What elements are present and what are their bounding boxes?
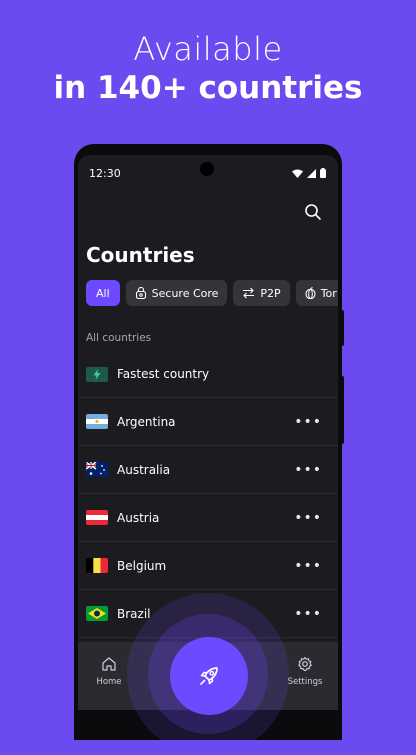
connect-button[interactable] (170, 637, 248, 715)
status-icons (292, 168, 326, 178)
filter-chip-label: All (96, 286, 110, 300)
filter-chip-tor[interactable]: Tor (295, 280, 338, 306)
more-options-icon[interactable]: ••• (294, 414, 322, 430)
austria-flag (86, 510, 108, 525)
argentina-flag (86, 414, 108, 429)
filter-chip-label: P2P (260, 286, 281, 300)
more-options-icon[interactable]: ••• (294, 558, 322, 574)
country-row-austria[interactable]: Austria ••• (78, 494, 338, 542)
p2p-arrows-icon (243, 287, 255, 299)
wifi-icon (292, 169, 303, 178)
status-time: 12:30 (89, 167, 121, 180)
camera-cutout (200, 162, 214, 176)
section-label: All countries (86, 332, 152, 344)
country-name: Belgium (117, 558, 167, 573)
more-options-icon[interactable]: ••• (294, 462, 322, 478)
australia-flag (86, 462, 108, 477)
filter-chip-p2p[interactable]: P2P (233, 280, 290, 306)
belgium-flag (86, 558, 108, 573)
country-name: Argentina (117, 414, 176, 429)
phone-side-button (340, 310, 344, 346)
gear-icon (298, 656, 312, 671)
filter-chips: All Secure Core P2P Tor (86, 280, 338, 306)
brazil-flag (86, 606, 108, 621)
more-options-icon[interactable]: ••• (294, 510, 322, 526)
nav-settings-label: Settings (287, 677, 323, 687)
filter-chip-label: Secure Core (151, 286, 219, 300)
country-row-argentina[interactable]: Argentina ••• (78, 398, 338, 446)
fastest-country-row[interactable]: Fastest country (78, 351, 338, 398)
battery-icon (320, 168, 326, 178)
fastest-country-label: Fastest country (117, 367, 210, 381)
tor-onion-icon (305, 287, 316, 299)
filter-chip-all[interactable]: All (86, 280, 120, 306)
country-row-australia[interactable]: Australia ••• (78, 446, 338, 494)
headline-line-2: in 140+ countries (53, 70, 363, 106)
bolt-icon (86, 366, 108, 382)
rocket-icon (200, 667, 218, 685)
filter-chip-label: Tor (320, 286, 337, 300)
country-name: Australia (117, 462, 171, 477)
home-icon (102, 657, 116, 671)
country-name: Austria (117, 510, 160, 525)
signal-icon (307, 168, 316, 178)
filter-chip-secure-core[interactable]: Secure Core (125, 280, 228, 306)
search-icon[interactable] (304, 203, 322, 221)
headline-line-1: Available (133, 30, 283, 68)
country-name: Brazil (117, 606, 151, 621)
more-options-icon[interactable]: ••• (294, 606, 322, 622)
country-row-belgium[interactable]: Belgium ••• (78, 542, 338, 590)
secure-core-icon (135, 287, 146, 299)
page-title: Countries (86, 243, 195, 267)
phone-volume-button (340, 376, 344, 444)
nav-home-label: Home (96, 677, 122, 687)
